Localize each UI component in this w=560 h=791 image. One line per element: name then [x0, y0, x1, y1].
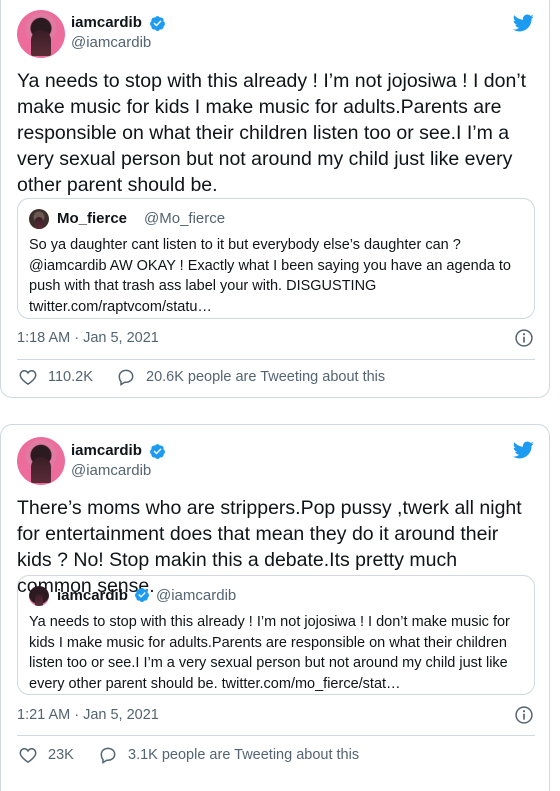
verified-badge-icon — [150, 16, 165, 31]
verified-badge-icon — [150, 444, 165, 459]
twitter-bird-icon[interactable] — [510, 12, 536, 34]
tweet-text: Ya needs to stop with this already ! I’m… — [17, 70, 527, 196]
tweet-card[interactable]: iamcardib @iamcardib There’s moms who ar… — [0, 424, 550, 791]
tweet-card[interactable]: iamcardib @iamcardib Ya needs to stop wi… — [0, 0, 550, 398]
heart-icon[interactable] — [18, 745, 38, 765]
tweet-timestamp[interactable]: 1:18 AM · Jan 5, 2021 — [17, 330, 159, 346]
author-handle[interactable]: @iamcardib — [71, 462, 151, 479]
quoted-author-name: Mo_fierce — [57, 210, 128, 227]
comment-bubble-icon[interactable] — [116, 367, 136, 387]
quoted-author-handle: @Mo_fierce — [144, 210, 226, 227]
divider — [17, 359, 535, 360]
quoted-author-handle: @iamcardib — [156, 587, 237, 604]
heart-icon[interactable] — [18, 367, 38, 387]
tweet-timestamp[interactable]: 1:21 AM · Jan 5, 2021 — [17, 707, 159, 723]
info-icon[interactable] — [514, 328, 534, 348]
author-handle[interactable]: @iamcardib — [71, 34, 151, 51]
quoted-tweet[interactable]: Mo_fierce @Mo_fierce So ya daughter cant… — [17, 198, 535, 319]
author-name[interactable]: iamcardib — [71, 14, 142, 31]
author-avatar[interactable] — [17, 437, 65, 485]
like-count[interactable]: 110.2K — [48, 369, 93, 385]
author-name[interactable]: iamcardib — [71, 442, 142, 459]
tweeting-about-count[interactable]: 20.6K people are Tweeting about this — [146, 369, 385, 385]
author-avatar[interactable] — [17, 10, 65, 58]
twitter-bird-icon[interactable] — [510, 439, 536, 461]
divider — [17, 735, 535, 736]
quoted-author-avatar — [29, 586, 49, 606]
tweeting-about-count[interactable]: 3.1K people are Tweeting about this — [128, 747, 359, 763]
verified-badge-icon — [134, 588, 149, 602]
info-icon[interactable] — [514, 705, 534, 725]
quoted-tweet-text: So ya daughter cant listen to it but eve… — [29, 237, 511, 315]
quoted-author-avatar — [29, 209, 49, 229]
comment-bubble-icon[interactable] — [98, 745, 118, 765]
quoted-author-name: iamcardib — [57, 587, 128, 604]
quoted-tweet[interactable]: iamcardib @iamcardib Ya needs to stop wi… — [17, 575, 535, 695]
quoted-tweet-text: Ya needs to stop with this already ! I’m… — [29, 614, 510, 692]
like-count[interactable]: 23K — [48, 747, 74, 763]
